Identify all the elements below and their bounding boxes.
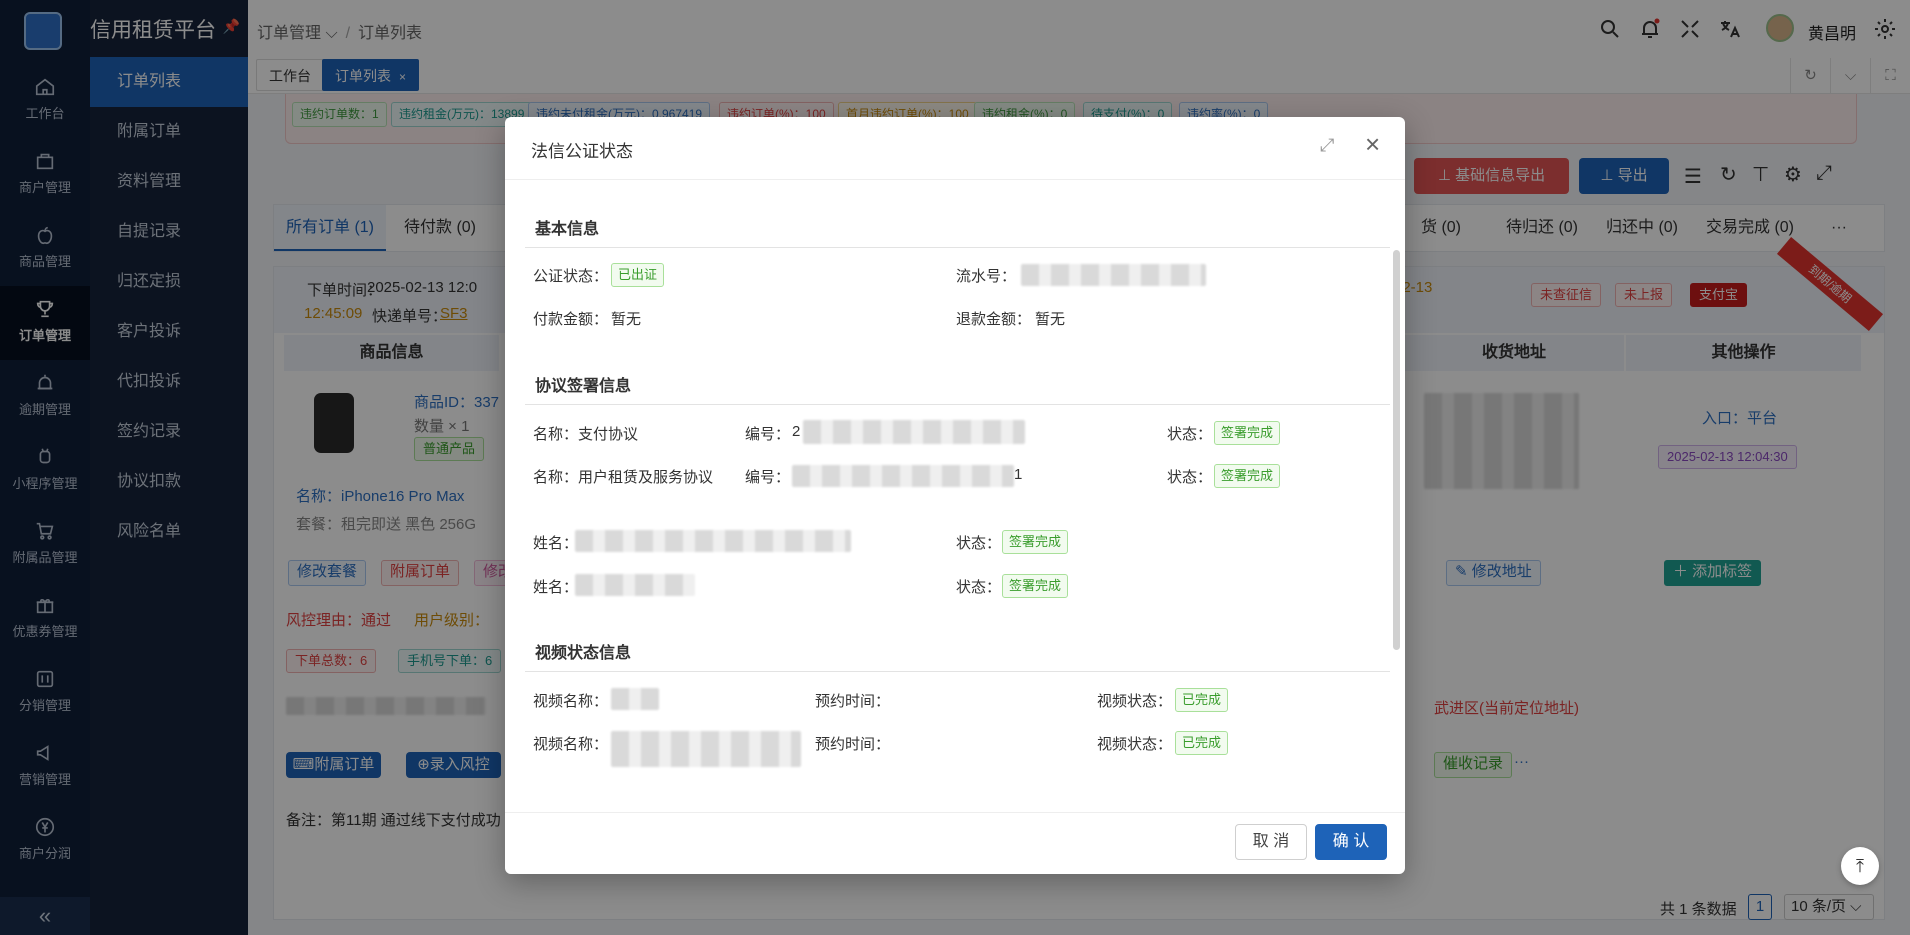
maximize-icon[interactable]: ⤢ bbox=[1320, 135, 1334, 156]
dialog-footer: 取 消 确 认 bbox=[505, 812, 1405, 874]
dialog-title: 法信公证状态 bbox=[531, 142, 633, 161]
notary-status-dialog: 法信公证状态 ⤢ × 基本信息 公证状态： 已出证 流水号： 付款金额： 暂无 … bbox=[505, 117, 1405, 874]
dialog-body: 基本信息 公证状态： 已出证 流水号： 付款金额： 暂无 退款金额： 暂无 协议… bbox=[505, 180, 1405, 812]
pay-amount: 暂无 bbox=[611, 311, 642, 328]
video-name-redacted bbox=[611, 731, 801, 767]
agreement-no-redacted bbox=[803, 420, 1025, 444]
signer-status-tag: 签署完成 bbox=[1002, 574, 1069, 598]
close-icon[interactable]: × bbox=[1365, 129, 1380, 160]
video-name-redacted bbox=[611, 688, 659, 710]
signer-name-redacted bbox=[575, 530, 851, 552]
cancel-button[interactable]: 取 消 bbox=[1235, 824, 1307, 860]
video-status-tag: 已完成 bbox=[1175, 688, 1229, 712]
signer-status-tag: 签署完成 bbox=[1002, 530, 1069, 554]
dialog-scrollbar[interactable] bbox=[1393, 250, 1400, 650]
serial-number-redacted bbox=[1021, 264, 1206, 286]
dialog-header: 法信公证状态 ⤢ × bbox=[505, 117, 1405, 180]
notary-status-tag: 已出证 bbox=[611, 263, 665, 287]
agreement-status-tag: 签署完成 bbox=[1214, 464, 1281, 488]
agreement-no-redacted bbox=[792, 465, 1014, 487]
section-agreement-title: 协议签署信息 bbox=[535, 378, 632, 395]
back-to-top-button[interactable]: ⤒ bbox=[1841, 847, 1879, 885]
agreement-status-tag: 签署完成 bbox=[1214, 421, 1281, 445]
video-status-tag: 已完成 bbox=[1175, 731, 1229, 755]
section-video-title: 视频状态信息 bbox=[535, 645, 632, 662]
section-basic-title: 基本信息 bbox=[535, 221, 600, 238]
confirm-button[interactable]: 确 认 bbox=[1315, 824, 1387, 860]
refund-amount: 暂无 bbox=[1035, 311, 1066, 328]
signer-name-redacted bbox=[575, 574, 695, 596]
